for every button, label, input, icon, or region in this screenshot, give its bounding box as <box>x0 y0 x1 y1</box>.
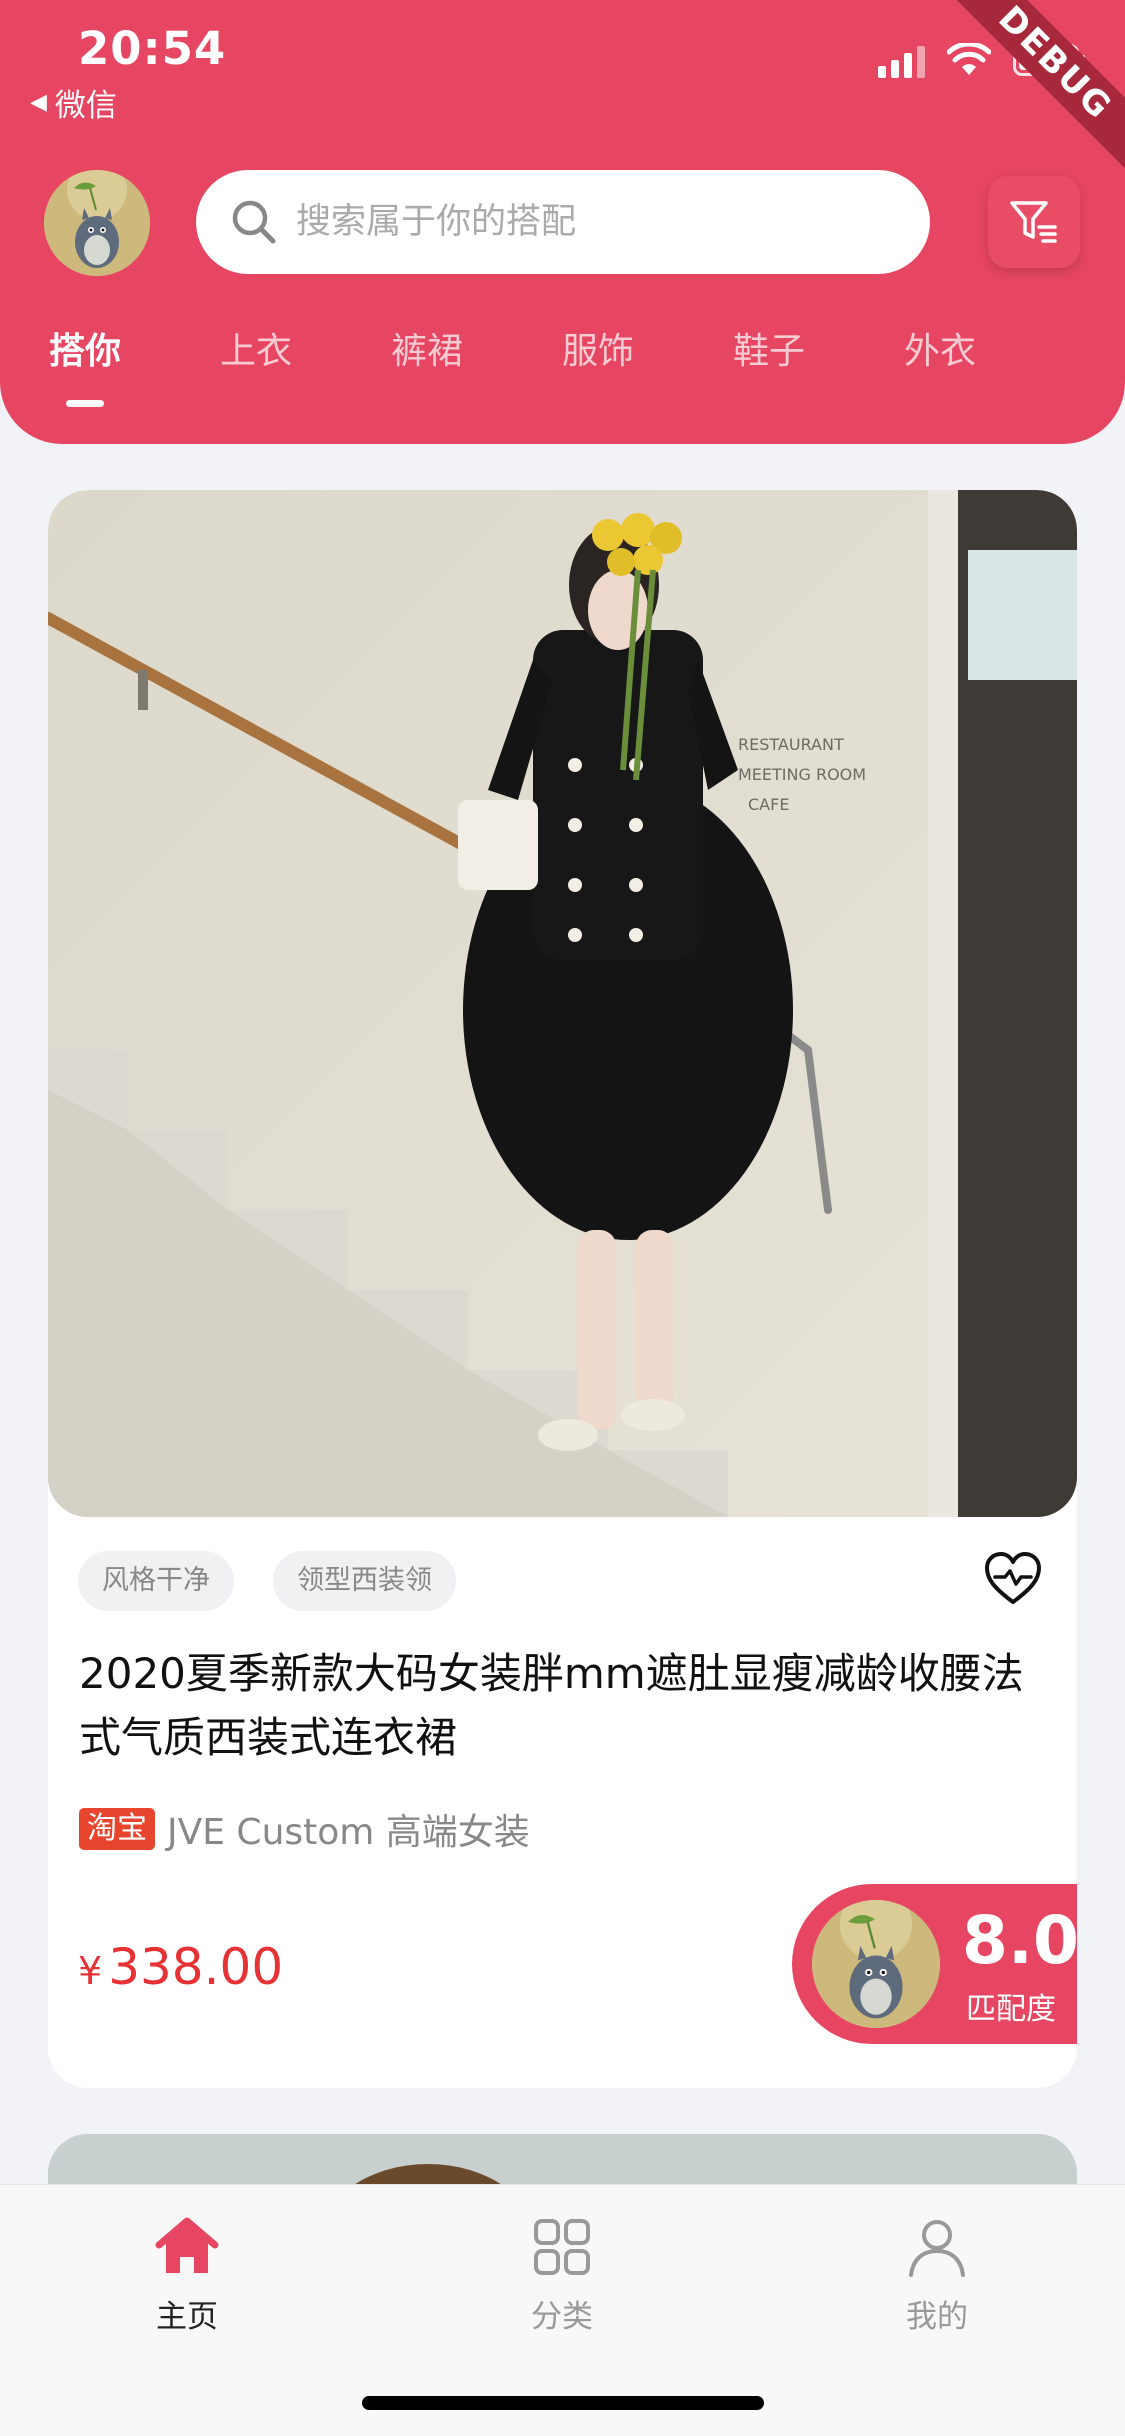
match-score-value: 8.0 <box>962 1902 1077 1979</box>
active-tab-indicator <box>66 400 104 407</box>
search-bar[interactable] <box>196 170 930 274</box>
tab-shoes[interactable]: 鞋子 <box>733 322 805 374</box>
nav-category-label: 分类 <box>531 2299 593 2335</box>
user-avatar[interactable] <box>44 170 150 276</box>
wifi-icon <box>947 43 991 75</box>
nav-profile[interactable]: 我的 <box>837 2213 1037 2336</box>
home-indicator[interactable] <box>362 2396 764 2410</box>
product-title[interactable]: 2020夏季新款大码女装胖mm遮肚显瘦减龄收腰法式气质西装式连衣裙 <box>79 1642 1054 1770</box>
back-triangle-icon: ◀ <box>30 90 47 115</box>
collar-tag: 领型西装领 <box>273 1551 456 1611</box>
tab-tops[interactable]: 上衣 <box>220 322 292 374</box>
grid-icon <box>534 2219 590 2275</box>
match-avatar <box>808 1896 944 2032</box>
shop-name: JVE Custom 高端女装 <box>167 1812 530 1853</box>
top-header: 20:54 ◀ 微信 DEBUG 搜索属于你的搭配 搭你 上衣 裤裙 服饰 鞋子… <box>0 0 1125 444</box>
person-icon <box>909 2220 965 2277</box>
search-input[interactable] <box>296 192 896 252</box>
price-value: 338.00 <box>108 1938 284 1996</box>
search-icon <box>232 200 276 244</box>
product-card[interactable]: RESTAURANT MEETING ROOM CAFE 风格干净 领型西装领 … <box>48 490 1077 2088</box>
nav-home[interactable]: 主页 <box>87 2213 287 2336</box>
currency-symbol: ¥ <box>78 1949 103 1993</box>
tab-dani[interactable]: 搭你 <box>49 322 121 374</box>
tab-outerwear[interactable]: 外衣 <box>904 322 976 374</box>
svg-text:CAFE: CAFE <box>748 795 789 814</box>
back-app-label: 微信 <box>54 88 117 124</box>
style-tag: 风格干净 <box>78 1551 234 1611</box>
taobao-badge: 淘宝 <box>79 1808 155 1850</box>
cellular-signal-icon <box>878 42 925 78</box>
debug-banner: DEBUG <box>938 0 1125 180</box>
tab-bottoms[interactable]: 裤裙 <box>391 322 463 374</box>
nav-home-label: 主页 <box>156 2299 218 2335</box>
product-price: ¥338.00 <box>78 1938 283 1996</box>
category-tabs: 搭你 上衣 裤裙 服饰 鞋子 外衣 <box>0 322 1125 412</box>
back-to-app[interactable]: ◀ 微信 <box>30 80 117 125</box>
product-photo[interactable]: RESTAURANT MEETING ROOM CAFE <box>48 490 1077 1517</box>
match-score-label: 匹配度 <box>966 1992 1056 2027</box>
heart-favorite-icon[interactable] <box>982 1548 1044 1610</box>
filter-button[interactable] <box>988 176 1080 268</box>
status-time: 20:54 <box>78 22 227 75</box>
tab-accessories[interactable]: 服饰 <box>562 322 634 374</box>
totoro-avatar-icon <box>44 170 150 276</box>
home-icon <box>155 2217 219 2273</box>
totoro-avatar-icon <box>812 1900 940 2028</box>
svg-text:RESTAURANT: RESTAURANT <box>738 735 844 754</box>
product-photo-illustration: RESTAURANT MEETING ROOM CAFE <box>48 490 1077 1517</box>
match-score-badge: 8.0 匹配度 <box>792 1884 1077 2044</box>
shop-info[interactable]: 淘宝 JVE Custom 高端女装 <box>79 1803 530 1855</box>
svg-text:MEETING ROOM: MEETING ROOM <box>738 765 866 784</box>
filter-icon <box>1010 201 1057 243</box>
nav-category[interactable]: 分类 <box>462 2213 662 2336</box>
nav-profile-label: 我的 <box>906 2299 968 2335</box>
